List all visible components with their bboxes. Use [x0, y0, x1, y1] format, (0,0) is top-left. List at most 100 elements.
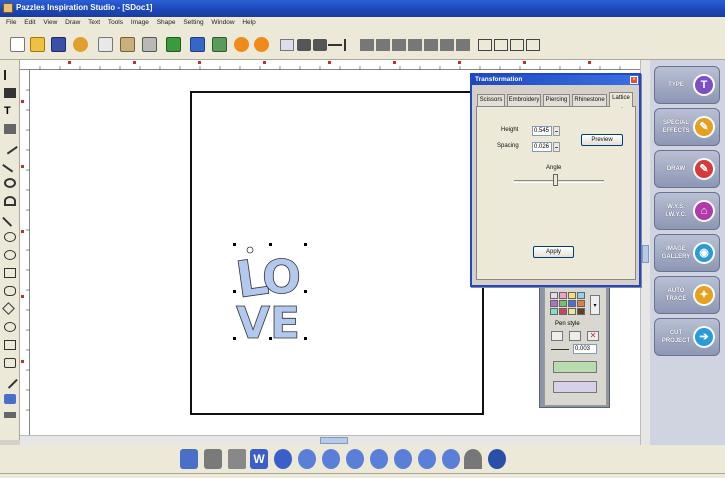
node-edit-icon[interactable] [297, 39, 311, 51]
zoom-fit-icon[interactable] [346, 449, 364, 469]
horizontal-scroll-thumb[interactable] [320, 437, 348, 444]
selection-handle[interactable] [304, 243, 307, 246]
menu-image[interactable]: Image [131, 17, 149, 28]
pen-solid-icon[interactable] [551, 331, 563, 341]
color-swatch[interactable] [559, 292, 567, 299]
love-letter-v[interactable]: V [236, 298, 271, 344]
selection-handle[interactable] [233, 290, 236, 293]
paste-icon[interactable] [120, 37, 135, 52]
spiral-tool-icon[interactable] [4, 232, 16, 242]
star-tool-icon[interactable] [4, 322, 16, 332]
menu-file[interactable]: File [6, 17, 16, 28]
combine-icon[interactable] [510, 39, 524, 51]
zoom-out-icon[interactable] [322, 449, 340, 469]
grid-icon[interactable] [228, 449, 246, 469]
selection-handle[interactable] [269, 337, 272, 340]
zoom-previous-icon[interactable] [442, 449, 460, 469]
globe-icon[interactable] [488, 449, 506, 469]
special-effects-button[interactable]: SPECIAL EFFECTS ✎ [654, 108, 720, 146]
selection-handle[interactable] [304, 290, 307, 293]
bezier-tool-icon[interactable] [2, 211, 18, 227]
tab-embroidery[interactable]: Embroidery [507, 94, 541, 106]
pointer-tool-icon[interactable] [4, 70, 16, 80]
menu-view[interactable]: View [43, 17, 57, 28]
height-field[interactable]: 0.545 [532, 126, 552, 136]
print-icon[interactable] [142, 37, 157, 52]
tab-piercing[interactable]: Piercing [543, 94, 570, 106]
select-arrow-icon[interactable] [280, 39, 294, 51]
pen-none-icon[interactable]: ✕ [587, 331, 599, 341]
color-swatch[interactable] [550, 308, 558, 315]
line-tool-icon[interactable] [2, 139, 18, 155]
auto-trace-button[interactable]: AUTO TRACE ✦ [654, 276, 720, 314]
distribute-icon[interactable] [494, 39, 508, 51]
spacing-field[interactable]: 0.026 [532, 142, 552, 152]
copy-icon[interactable] [98, 37, 113, 52]
back-icon[interactable] [456, 39, 470, 51]
menu-help[interactable]: Help [242, 17, 255, 28]
curve-tool-icon[interactable] [4, 178, 16, 188]
cut-project-button[interactable]: CUT PROJECT ➔ [654, 318, 720, 356]
color-swatch[interactable] [550, 300, 558, 307]
lock-icon[interactable] [180, 449, 198, 469]
menu-setting[interactable]: Setting [183, 17, 203, 28]
love-letter-o[interactable]: O [262, 250, 302, 305]
love-letter-e[interactable]: E [270, 298, 301, 344]
shape-edit-icon[interactable] [313, 39, 327, 51]
book-icon[interactable] [190, 37, 205, 52]
draw-button[interactable]: DRAW ✎ [654, 150, 720, 188]
pencil-tool-icon[interactable] [2, 157, 18, 173]
vertical-scrollbar[interactable] [640, 60, 650, 445]
knife-tool-icon[interactable] [2, 373, 18, 389]
preview-button[interactable]: Preview [581, 134, 623, 146]
color-swatch[interactable] [577, 308, 585, 315]
menu-window[interactable]: Window [211, 17, 234, 28]
weld-icon[interactable] [392, 39, 406, 51]
front-icon[interactable] [440, 39, 454, 51]
palette-dropdown-icon[interactable]: ▾ [590, 295, 600, 315]
zoom-in-icon[interactable] [298, 449, 316, 469]
image-gallery-button[interactable]: IMAGE GALLERY ◉ [654, 234, 720, 272]
group-icon[interactable] [376, 39, 390, 51]
contour-icon[interactable] [274, 449, 292, 469]
menu-text[interactable]: Text [88, 17, 100, 28]
new-file-icon[interactable] [10, 37, 25, 52]
menu-shape[interactable]: Shape [157, 17, 176, 28]
pen-dash-icon[interactable] [569, 331, 581, 341]
open-folder-icon[interactable] [30, 37, 45, 52]
zoom-selection-icon[interactable] [394, 449, 412, 469]
tab-scissors[interactable]: Scissors [477, 94, 505, 106]
zoom-page-icon[interactable] [370, 449, 388, 469]
apply-button[interactable]: Apply [533, 246, 574, 258]
shape-library-icon[interactable] [4, 340, 16, 350]
zoom-actual-icon[interactable] [418, 449, 436, 469]
undo-icon[interactable] [234, 37, 249, 52]
weld-letters-icon[interactable]: W [250, 449, 268, 469]
fill-tool-icon[interactable] [4, 394, 16, 404]
flip-horizontal-icon[interactable] [328, 44, 342, 50]
selection-handle[interactable] [233, 243, 236, 246]
love-artwork[interactable]: L O V E [228, 238, 312, 344]
intersect-icon[interactable] [424, 39, 438, 51]
menu-draw[interactable]: Draw [65, 17, 80, 28]
break-apart-icon[interactable] [526, 39, 540, 51]
export-icon[interactable] [212, 37, 227, 52]
angle-slider-thumb[interactable] [552, 174, 558, 186]
selection-handle[interactable] [233, 337, 236, 340]
save-icon[interactable] [51, 37, 66, 52]
menu-tools[interactable]: Tools [108, 17, 123, 28]
hand-pan-icon[interactable] [464, 449, 482, 469]
color-swatch[interactable] [568, 308, 576, 315]
text-path-tool-icon[interactable] [4, 124, 16, 134]
unlock-icon[interactable] [204, 449, 222, 469]
vertical-scroll-thumb[interactable] [642, 245, 649, 263]
color-swatch[interactable] [577, 292, 585, 299]
horizontal-scrollbar[interactable] [20, 435, 640, 445]
cut-icon[interactable] [73, 37, 88, 52]
tab-lattice[interactable]: Lattice [609, 92, 633, 107]
refresh-icon[interactable] [166, 37, 181, 52]
eraser-tool-icon[interactable] [4, 412, 16, 418]
angle-slider-track[interactable] [514, 180, 604, 183]
redo-icon[interactable] [254, 37, 269, 52]
ellipse-tool-icon[interactable] [4, 250, 16, 260]
